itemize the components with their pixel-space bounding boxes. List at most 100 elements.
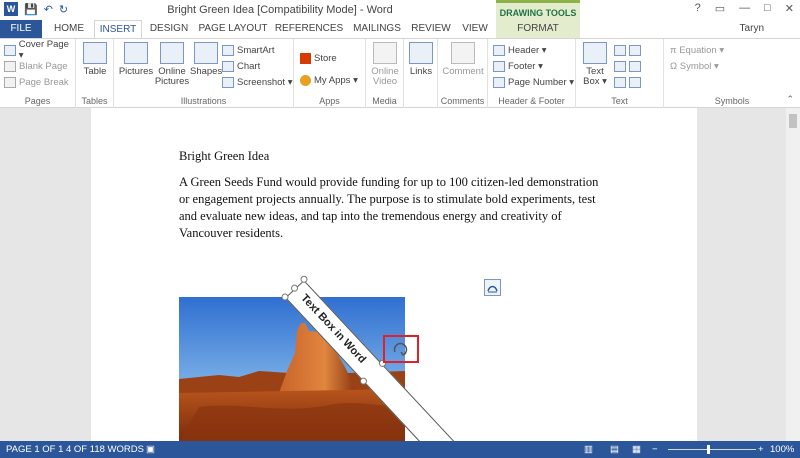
online-pictures-icon — [160, 42, 184, 64]
page-break-icon — [4, 76, 16, 88]
pictures-icon — [124, 42, 148, 64]
tab-design[interactable]: DESIGN — [146, 20, 192, 38]
online-pictures-button[interactable]: Online Pictures — [154, 42, 190, 87]
web-layout-icon[interactable]: ▦ — [632, 444, 641, 455]
blank-page-button[interactable]: Blank Page — [4, 58, 75, 74]
layout-options-icon[interactable] — [484, 279, 501, 296]
chart-icon — [222, 60, 234, 72]
tab-home[interactable]: HOME — [46, 20, 92, 38]
online-video-icon — [373, 42, 397, 64]
title-bar: W 💾 ↶ ↻ Bright Green Idea [Compatibility… — [0, 0, 800, 20]
links-button[interactable]: Links — [407, 42, 435, 77]
document-heading[interactable]: Bright Green Idea — [179, 149, 269, 164]
page-break-button[interactable]: Page Break — [4, 74, 75, 90]
group-illustrations: Pictures Online Pictures Shapes SmartArt… — [114, 39, 294, 108]
window-controls: ? ▭ — □ ✕ — [695, 2, 794, 15]
my-apps-button[interactable]: My Apps ▾ — [300, 69, 358, 91]
signature-line-icon[interactable] — [629, 44, 641, 56]
quick-parts-icon — [614, 44, 626, 56]
tab-insert[interactable]: INSERT — [94, 20, 142, 39]
group-tables: Table Tables — [76, 39, 114, 108]
zoom-slider-thumb[interactable] — [707, 445, 710, 454]
ribbon-display-icon[interactable]: ▭ — [715, 2, 725, 15]
document-page[interactable]: Bright Green Idea A Green Seeds Fund wou… — [91, 108, 697, 458]
comment-button[interactable]: Comment — [440, 42, 486, 77]
drop-cap-button[interactable] — [614, 74, 641, 90]
tab-format[interactable]: FORMAT — [496, 20, 580, 38]
table-icon — [83, 42, 107, 64]
tab-review[interactable]: REVIEW — [410, 20, 452, 38]
tab-view[interactable]: VIEW — [456, 20, 494, 38]
scrollbar-thumb[interactable] — [789, 114, 797, 128]
read-mode-icon[interactable]: ▥ — [584, 444, 593, 455]
page-number-button[interactable]: Page Number ▾ — [493, 74, 574, 90]
document-paragraph[interactable]: A Green Seeds Fund would provide funding… — [179, 174, 599, 242]
word-count[interactable]: 4 OF 118 WORDS — [66, 444, 144, 455]
close-icon[interactable]: ✕ — [785, 2, 794, 15]
cover-page-icon — [4, 44, 16, 56]
text-box-button[interactable]: Text Box ▾ — [580, 42, 610, 87]
zoom-level[interactable]: 100% — [770, 444, 794, 455]
group-label-text: Text — [611, 96, 628, 106]
store-button[interactable]: Store — [300, 47, 358, 69]
chart-button[interactable]: Chart — [222, 58, 292, 74]
minimize-icon[interactable]: — — [739, 2, 750, 15]
zoom-slider[interactable] — [668, 449, 756, 450]
group-header-footer: Header ▾ Footer ▾ Page Number ▾ Header &… — [488, 39, 576, 108]
group-text: Text Box ▾ Text — [576, 39, 664, 108]
store-icon — [300, 52, 311, 64]
header-icon — [493, 44, 505, 56]
my-apps-icon — [300, 74, 311, 86]
group-links: Links — [404, 39, 438, 108]
group-media: Online Video Media — [366, 39, 404, 108]
zoom-in-icon[interactable]: + — [758, 444, 764, 455]
equation-button[interactable]: π Equation ▾ — [670, 42, 724, 58]
group-apps: Store My Apps ▾ Apps — [294, 39, 366, 108]
drop-cap-icon — [614, 76, 626, 88]
date-time-icon[interactable] — [629, 60, 641, 72]
tab-references[interactable]: REFERENCES — [274, 20, 344, 38]
cover-page-button[interactable]: Cover Page ▾ — [4, 39, 75, 61]
rotation-handle-highlight — [383, 335, 419, 363]
tab-file[interactable]: FILE — [0, 20, 42, 38]
shapes-icon — [194, 42, 218, 64]
footer-icon — [493, 60, 505, 72]
text-box-icon — [583, 42, 607, 64]
blank-page-icon — [4, 60, 16, 72]
proofing-icon[interactable]: ▣ — [146, 444, 155, 455]
page-number-icon — [493, 76, 505, 88]
shapes-button[interactable]: Shapes — [190, 42, 222, 77]
window-title: Bright Green Idea [Compatibility Mode] -… — [167, 4, 393, 16]
help-icon[interactable]: ? — [695, 2, 701, 15]
group-label-illustrations: Illustrations — [180, 96, 227, 106]
group-label-apps: Apps — [319, 96, 340, 106]
ribbon: Cover Page ▾ Blank Page Page Break Pages… — [0, 38, 800, 108]
group-label-header-footer: Header & Footer — [498, 96, 565, 106]
online-video-button[interactable]: Online Video — [368, 42, 402, 87]
smartart-button[interactable]: SmartArt — [222, 42, 292, 58]
zoom-out-icon[interactable]: − — [652, 444, 658, 455]
tab-page-layout[interactable]: PAGE LAYOUT — [196, 20, 270, 38]
symbol-button[interactable]: Ω Symbol ▾ — [670, 58, 724, 74]
status-bar: PAGE 1 OF 1 4 OF 118 WORDS ▣ ▥ ▤ ▦ − + 1… — [0, 441, 800, 458]
screenshot-button[interactable]: Screenshot ▾ — [222, 74, 292, 90]
wordart-button[interactable] — [614, 58, 641, 74]
smartart-icon — [222, 44, 234, 56]
vertical-scrollbar[interactable] — [786, 108, 800, 441]
object-icon[interactable] — [629, 76, 641, 88]
page-count[interactable]: PAGE 1 OF 1 — [6, 444, 63, 455]
header-button[interactable]: Header ▾ — [493, 42, 574, 58]
collapse-ribbon-icon[interactable]: ⌃ — [786, 94, 794, 105]
document-area: Bright Green Idea A Green Seeds Fund wou… — [0, 108, 800, 458]
group-comments: Comment Comments — [438, 39, 488, 108]
table-button[interactable]: Table — [81, 42, 109, 77]
user-name[interactable]: Taryn — [740, 23, 764, 34]
group-symbols: π Equation ▾ Ω Symbol ▾ Symbols ⌃ — [664, 39, 800, 108]
tab-mailings[interactable]: MAILINGS — [348, 20, 406, 38]
maximize-icon[interactable]: □ — [764, 2, 771, 15]
print-layout-icon[interactable]: ▤ — [610, 444, 619, 455]
rotate-icon[interactable] — [385, 337, 417, 361]
quick-parts-button[interactable] — [614, 42, 641, 58]
footer-button[interactable]: Footer ▾ — [493, 58, 574, 74]
pictures-button[interactable]: Pictures — [118, 42, 154, 77]
